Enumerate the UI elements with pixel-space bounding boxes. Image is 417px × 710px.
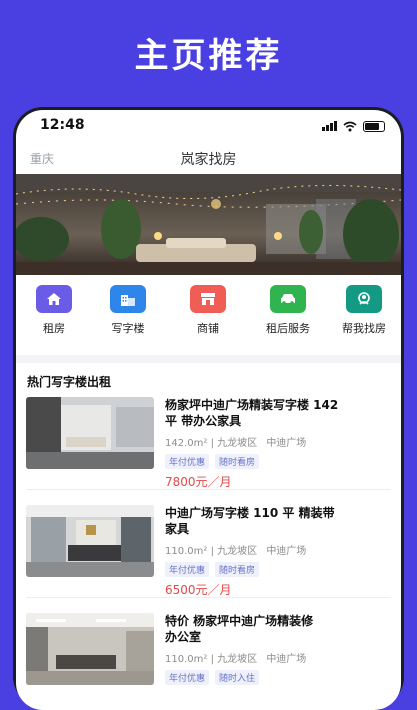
listing-tags: 年付优惠 随时入住	[165, 670, 260, 685]
quick-item-shop[interactable]: 商铺	[173, 285, 243, 336]
listing-title-line: 杨家坪中迪广场精装写字楼 142	[165, 398, 339, 412]
status-icons	[322, 120, 385, 132]
listing-title: 杨家坪中迪广场精装写字楼 142 平 带办公家具	[165, 397, 380, 429]
listing-tag: 年付优惠	[165, 562, 210, 577]
listing-place: 中迪广场	[266, 438, 307, 449]
battery-icon	[363, 120, 385, 132]
listing-tag: 随时看房	[215, 562, 260, 577]
listing-price: 7800元／月	[165, 475, 232, 489]
listing-tag: 随时入住	[215, 670, 260, 685]
listing-photo	[26, 613, 154, 685]
listing-title-line: 中迪广场写字楼 110 平 精装带	[165, 506, 335, 520]
quick-item-label: 商铺	[197, 322, 219, 335]
quick-actions: 租房 写字楼 商铺 租后服务 帮我找房	[16, 285, 401, 349]
quick-item-label: 写字楼	[111, 322, 145, 335]
quick-item-label: 租后服务	[266, 322, 310, 335]
listing-title-line: 平 带办公家具	[165, 414, 242, 428]
listing-area: 142.0m²	[165, 438, 208, 449]
listing-tags: 年付优惠 随时看房	[165, 454, 260, 469]
quick-item-label: 帮我找房	[342, 322, 386, 335]
status-bar: 12:48	[16, 110, 401, 140]
phone-frame: 12:48 重庆 岚家找房 租房 写字楼 商铺 租后服务 帮我找房 热门写字楼出…	[13, 107, 404, 710]
quick-item-find-for-me[interactable]: 帮我找房	[329, 285, 399, 336]
listing-tag: 年付优惠	[165, 670, 210, 685]
shop-icon	[190, 285, 226, 313]
listing-title: 特价 杨家坪中迪广场精装修 办公室	[165, 613, 380, 645]
listing-divider	[26, 489, 391, 490]
listing-meta: 110.0m² | 九龙坡区 中迪广场	[165, 654, 307, 665]
listing-place: 中迪广场	[266, 546, 307, 557]
listing-meta: 142.0m² | 九龙坡区 中迪广场	[165, 438, 307, 449]
app-header: 重庆 岚家找房	[16, 140, 401, 174]
listing-area: 110.0m²	[165, 546, 208, 557]
listing-price: 6500元／月	[165, 583, 232, 597]
listing-meta: 110.0m² | 九龙坡区 中迪广场	[165, 546, 307, 557]
section-title: 热门写字楼出租	[27, 375, 112, 389]
banner-image[interactable]	[16, 174, 401, 275]
cellular-signal-icon	[322, 121, 337, 131]
app-screen: 12:48 重庆 岚家找房 租房 写字楼 商铺 租后服务 帮我找房 热门写字楼出…	[16, 110, 401, 710]
quick-item-after-rent-service[interactable]: 租后服务	[253, 285, 323, 336]
agent-icon	[346, 285, 382, 313]
listing-district: 九龙坡区	[217, 546, 258, 557]
app-title: 岚家找房	[180, 152, 237, 168]
car-icon	[270, 285, 306, 313]
quick-item-label: 租房	[43, 322, 65, 335]
listing-district: 九龙坡区	[217, 654, 258, 665]
listing-place: 中迪广场	[266, 654, 307, 665]
status-time: 12:48	[40, 117, 85, 133]
listing-photo	[26, 397, 154, 469]
listing-card[interactable]: 特价 杨家坪中迪广场精装修 办公室 110.0m² | 九龙坡区 中迪广场 年付…	[16, 613, 401, 710]
listing-title-line: 特价 杨家坪中迪广场精装修	[165, 614, 314, 628]
listing-divider	[26, 597, 391, 598]
wifi-icon	[343, 121, 357, 131]
listing-area: 110.0m²	[165, 654, 208, 665]
promo-headline: 主页推荐	[134, 36, 283, 76]
home-icon	[36, 285, 72, 313]
quick-item-rent[interactable]: 租房	[19, 285, 89, 336]
listing-title: 中迪广场写字楼 110 平 精装带 家具	[165, 505, 380, 537]
section-separator	[16, 355, 401, 363]
listing-tag: 年付优惠	[165, 454, 210, 469]
listing-tag: 随时看房	[215, 454, 260, 469]
listing-title-line: 家具	[165, 522, 190, 536]
listing-district: 九龙坡区	[217, 438, 258, 449]
office-building-icon	[110, 285, 146, 313]
listing-photo	[26, 505, 154, 577]
listing-tags: 年付优惠 随时看房	[165, 562, 260, 577]
listing-title-line: 办公室	[165, 630, 202, 644]
quick-item-office[interactable]: 写字楼	[93, 285, 163, 336]
